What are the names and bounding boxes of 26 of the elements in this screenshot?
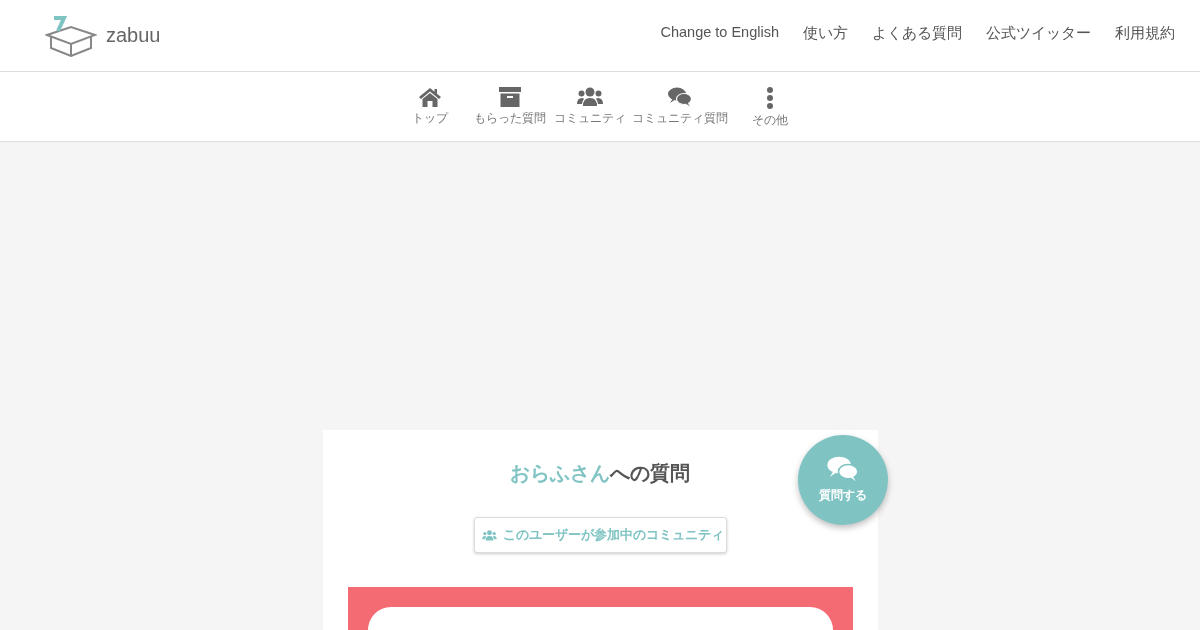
archive-box-icon	[499, 87, 521, 107]
nav-tab[interactable]: もらった質問	[470, 72, 550, 141]
logo-icon[interactable]	[45, 14, 97, 57]
nav-label: もらった質問	[474, 110, 546, 127]
page-title: おらふさんへの質問	[510, 461, 690, 486]
header-link[interactable]: Change to English	[660, 24, 779, 43]
users-icon	[481, 529, 497, 541]
header-link[interactable]: 使い方	[803, 24, 848, 43]
nav-tab[interactable]: トップ	[390, 72, 470, 141]
nav-label: トップ	[412, 110, 448, 127]
brand-name[interactable]: zabuu	[106, 24, 161, 47]
question-input-area[interactable]	[367, 607, 833, 630]
nav-label: コミュニティ質問	[632, 110, 728, 127]
nav-tab[interactable]: コミュニティ質問	[630, 72, 730, 141]
home-icon	[418, 87, 442, 107]
header-link[interactable]: 公式ツイッター	[986, 24, 1091, 43]
chat-bubbles-icon	[668, 87, 692, 107]
nav-tab[interactable]: コミュニティ	[550, 72, 630, 141]
header-link[interactable]: よくある質問	[872, 24, 962, 43]
header-link[interactable]: 利用規約	[1115, 24, 1175, 43]
chat-bubbles-icon	[826, 456, 859, 482]
more-options-icon	[767, 87, 773, 109]
users-icon	[577, 87, 603, 107]
nav-label: コミュニティ	[554, 110, 626, 127]
nav-label: その他	[752, 112, 788, 129]
nav-tab[interactable]: その他	[730, 72, 810, 141]
